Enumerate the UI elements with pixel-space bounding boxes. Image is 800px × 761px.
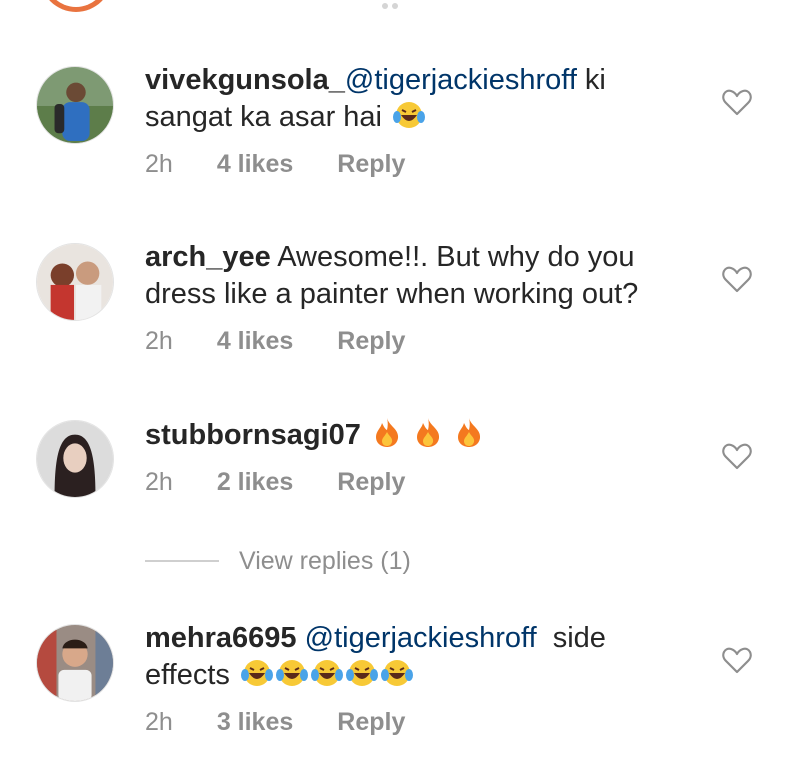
comment-text-line1: side [536,622,606,654]
avatar-photo [37,421,113,497]
comment-text: arch_yee Awesome!!. But why do you dress… [145,239,705,313]
reply-button[interactable]: Reply [337,327,405,356]
laughing-tears-emoji [393,100,426,130]
view-replies-divider [145,560,219,562]
reply-button[interactable]: Reply [337,150,405,179]
comment-username[interactable]: arch_yee [145,241,271,273]
comment-text-line1: Awesome!!. But why do you [270,241,635,273]
laughing-tears-emoji [240,658,273,688]
fire-emoji [372,416,402,448]
comment-meta: 2h 3 likes Reply [145,708,449,737]
comment-likes[interactable]: 4 likes [217,327,293,356]
laughing-tears-emoji [275,658,308,688]
comment-meta: 2h 4 likes Reply [145,327,449,356]
heart-icon[interactable] [722,646,752,674]
partial-indicator [382,0,412,9]
comment-time: 2h [145,468,173,496]
view-replies-link[interactable]: View replies (1) [239,547,411,576]
avatar-photo [37,625,113,701]
avatar[interactable] [36,624,114,702]
comment-username[interactable]: vivekgunsola_ [145,64,345,96]
heart-icon[interactable] [722,442,752,470]
laughing-tears-emoji [380,658,413,688]
avatar-photo [37,244,113,320]
comment-text-line2: effects [145,659,230,691]
mention-link[interactable]: @tigerjackieshroff [345,64,577,96]
avatar-photo [37,67,113,143]
fire-emoji [454,416,484,448]
story-ring-avatar[interactable] [40,0,112,12]
comment-text-line2: dress like a painter when working out? [145,278,639,310]
reply-button[interactable]: Reply [337,468,405,497]
heart-icon[interactable] [722,88,752,116]
comment-meta: 2h 2 likes Reply [145,468,449,497]
view-replies[interactable]: View replies (1) [145,546,411,576]
avatar[interactable] [36,420,114,498]
avatar[interactable] [36,66,114,144]
laughing-tears-emoji [345,658,378,688]
comment-username[interactable]: mehra6695 [145,622,297,654]
reply-button[interactable]: Reply [337,708,405,737]
fire-emoji [413,416,443,448]
comment-time: 2h [145,150,173,178]
avatar[interactable] [36,243,114,321]
comment-username[interactable]: stubbornsagi07 [145,419,361,451]
comment-text: stubbornsagi07 [145,416,705,454]
comment-text-line1: ki [576,64,606,96]
comment-likes[interactable]: 2 likes [217,468,293,497]
comment-time: 2h [145,327,173,355]
comment-text-line2: sangat ka asar hai [145,101,382,133]
comment-text: mehra6695 @tigerjackieshroff side effect… [145,620,705,694]
heart-icon[interactable] [722,265,752,293]
comment-text: vivekgunsola_@tigerjackieshroff ki sanga… [145,62,705,136]
comment-likes[interactable]: 3 likes [217,708,293,737]
comment-meta: 2h 4 likes Reply [145,150,449,179]
comment-likes[interactable]: 4 likes [217,150,293,179]
laughing-tears-emoji [310,658,343,688]
comment-time: 2h [145,708,173,736]
mention-link[interactable]: @tigerjackieshroff [305,622,537,654]
